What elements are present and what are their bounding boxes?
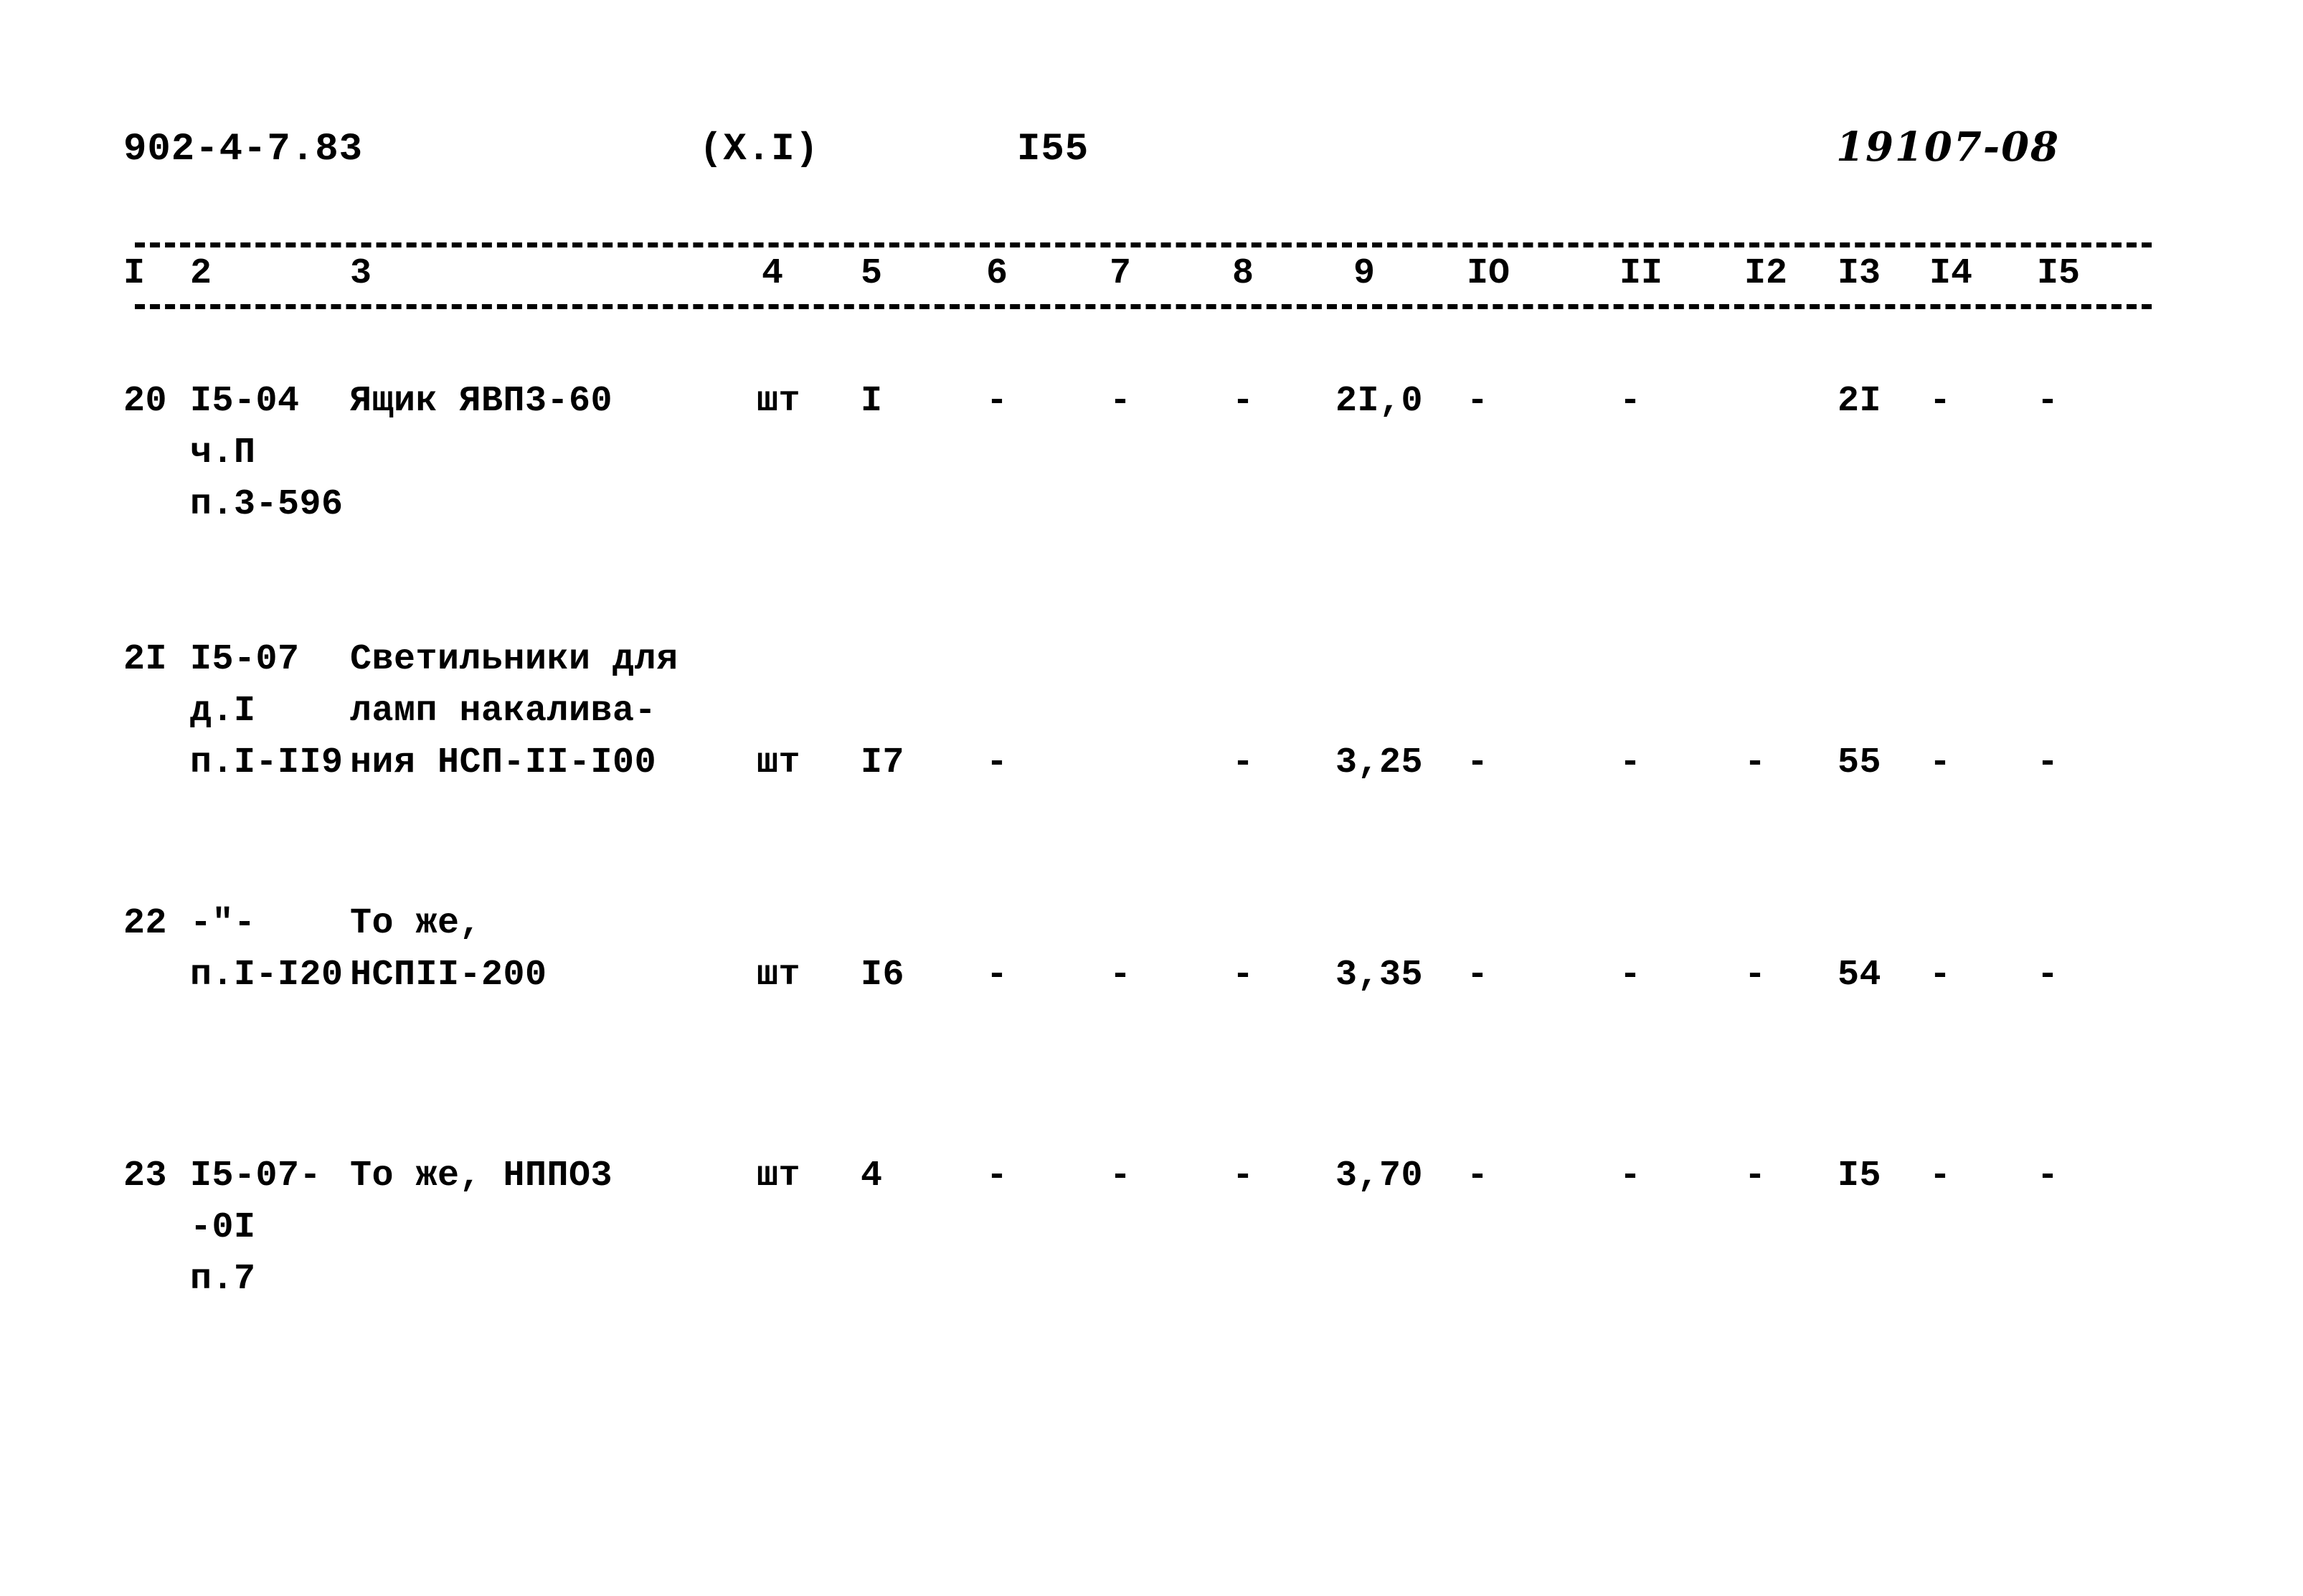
value-col-11: - (1619, 955, 1642, 996)
value-col-8: - (1232, 381, 1254, 422)
row-number: 23 (123, 1156, 168, 1196)
value-col-6: - (986, 1156, 1008, 1196)
value-col-12: - (1744, 1156, 1767, 1196)
quantity: I7 (861, 742, 905, 783)
document-page: 902-4-7.83 (X.I) I55 19107-08 I 2 3 4 5 … (0, 0, 2303, 1596)
unit-price: 3,35 (1335, 955, 1424, 996)
row-number: 20 (123, 381, 168, 422)
value-col-15: - (2037, 742, 2059, 783)
item-description: Светильники для ламп накалива- ния НСП-I… (350, 639, 678, 783)
value-col-8: - (1232, 1156, 1254, 1196)
value-col-7: - (1110, 381, 1132, 422)
unit-of-measure: шт (757, 1156, 801, 1196)
value-col-10: - (1467, 1156, 1489, 1196)
value-col-6: - (986, 742, 1008, 783)
value-col-12: - (1744, 955, 1767, 996)
unit-of-measure: шт (757, 742, 801, 783)
row-number: 22 (123, 903, 168, 944)
value-col-14: - (1929, 381, 1952, 422)
norm-reference: -"- п.I-I20 (190, 903, 344, 996)
norm-reference: I5-07- -0I п.7 (190, 1156, 322, 1300)
value-col-14: - (1929, 955, 1952, 996)
value-col-14: - (1929, 1156, 1952, 1196)
value-col-7: - (1110, 1156, 1132, 1196)
value-col-10: - (1467, 955, 1489, 996)
value-col-10: - (1467, 381, 1489, 422)
value-col-15: - (2037, 381, 2059, 422)
total-cost: 55 (1838, 742, 1882, 783)
item-description: То же, НСПII-200 (350, 903, 547, 996)
total-cost: 2I (1838, 381, 1882, 422)
value-col-7: - (1110, 955, 1132, 996)
value-col-15: - (2037, 1156, 2059, 1196)
item-description: То же, НППО3 (350, 1156, 613, 1196)
value-col-14: - (1929, 742, 1952, 783)
item-description: Ящик ЯВП3-60 (350, 381, 613, 422)
norm-reference: I5-07 д.I п.I-II9 (190, 639, 344, 783)
value-col-11: - (1619, 381, 1642, 422)
table-body: 20 I5-04 ч.П п.3-596 Ящик ЯВП3-60 шт I -… (0, 0, 2303, 1596)
value-col-6: - (986, 381, 1008, 422)
quantity: I (861, 381, 883, 422)
norm-reference: I5-04 ч.П п.3-596 (190, 381, 344, 525)
quantity: 4 (861, 1156, 883, 1196)
total-cost: I5 (1838, 1156, 1882, 1196)
value-col-8: - (1232, 955, 1254, 996)
unit-price: 2I,0 (1335, 381, 1424, 422)
unit-of-measure: шт (757, 381, 801, 422)
unit-price: 3,25 (1335, 742, 1424, 783)
total-cost: 54 (1838, 955, 1882, 996)
quantity: I6 (861, 955, 905, 996)
value-col-8: - (1232, 742, 1254, 783)
row-number: 2I (123, 639, 168, 680)
value-col-11: - (1619, 1156, 1642, 1196)
value-col-15: - (2037, 955, 2059, 996)
value-col-11: - (1619, 742, 1642, 783)
value-col-10: - (1467, 742, 1489, 783)
value-col-6: - (986, 955, 1008, 996)
unit-of-measure: шт (757, 955, 801, 996)
unit-price: 3,70 (1335, 1156, 1424, 1196)
value-col-12: - (1744, 742, 1767, 783)
